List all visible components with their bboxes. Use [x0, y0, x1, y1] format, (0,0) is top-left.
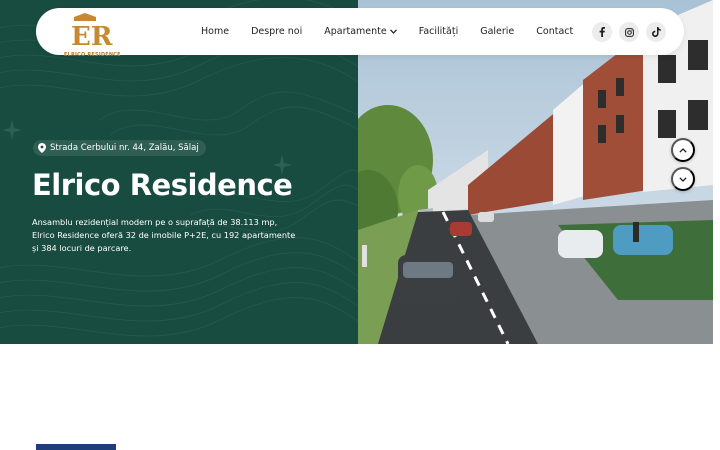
hero-description: Ansamblu rezidențial modern pe o suprafa…: [32, 217, 296, 253]
logo-text: ELRICO RESIDENCE: [64, 52, 121, 58]
navbar: ER ELRICO RESIDENCE Home Despre noi Apar…: [36, 8, 684, 58]
hero-title: Elrico Residence: [32, 168, 293, 202]
slider-next-button[interactable]: [671, 167, 695, 191]
nav-home[interactable]: Home: [201, 26, 229, 37]
instagram-icon: [624, 27, 634, 37]
nav-despre-noi-label: Despre noi: [251, 26, 303, 37]
nav-galerie-label: Galerie: [480, 26, 515, 37]
nav-home-label: Home: [201, 26, 230, 37]
nav-apartamente[interactable]: Apartamente: [324, 26, 397, 37]
brand-logo[interactable]: ER ELRICO RESIDENCE: [54, 13, 121, 58]
facebook-button[interactable]: [592, 22, 612, 42]
chevron-down-icon: [389, 29, 397, 34]
svg-text:ER: ER: [71, 22, 113, 51]
nav-facilitati-label: Facilități: [418, 26, 459, 37]
main-navigation: Home Despre noi Apartamente Facilități G…: [201, 8, 595, 55]
nav-contact-label: Contact: [536, 26, 574, 37]
nav-facilitati[interactable]: Facilități: [419, 26, 458, 37]
chevron-down-icon: [679, 176, 687, 182]
facebook-icon: [599, 27, 605, 37]
address-text: Strada Cerbului nr. 44, Zalău, Sălaj: [50, 143, 199, 153]
address-badge: Strada Cerbului nr. 44, Zalău, Sălaj: [33, 140, 206, 156]
nav-apartamente-label: Apartamente: [324, 26, 387, 37]
elrico-logo-icon: ER: [71, 13, 113, 52]
chevron-up-icon: [679, 147, 687, 153]
nav-contact[interactable]: Contact: [536, 26, 573, 37]
nav-despre-noi[interactable]: Despre noi: [251, 26, 302, 37]
nav-galerie[interactable]: Galerie: [480, 26, 514, 37]
social-links: [585, 22, 666, 42]
instagram-button[interactable]: [619, 22, 639, 42]
tiktok-button[interactable]: [646, 22, 666, 42]
slider-prev-button[interactable]: [671, 138, 695, 162]
location-pin-icon: [38, 143, 46, 153]
tiktok-icon: [651, 27, 661, 37]
section-accent-bar: [36, 444, 116, 450]
